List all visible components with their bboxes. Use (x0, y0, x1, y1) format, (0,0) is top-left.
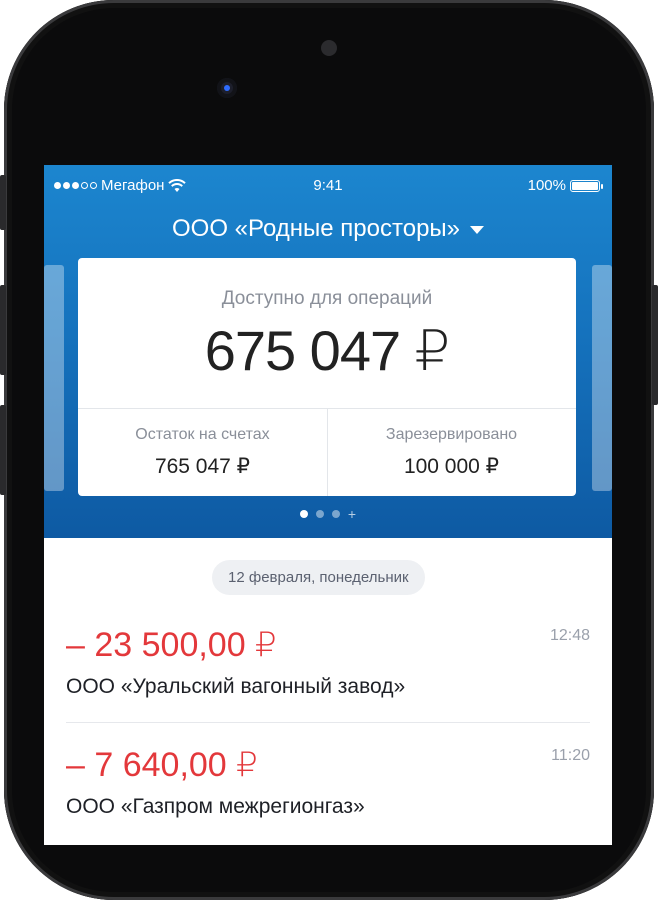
page-indicator[interactable]: + (44, 507, 612, 521)
accounts-balance: Остаток на счетах 765 047 ₽ (78, 408, 327, 496)
page-dot[interactable] (315, 510, 324, 518)
transaction-amount: – 7 640,00 ₽ (66, 746, 258, 784)
add-page-icon[interactable]: + (348, 507, 356, 521)
mute-switch (0, 175, 6, 230)
accounts-amount: 765 047 ₽ (154, 455, 251, 478)
transaction-counterparty: ООО «Газпром межрегионгаз» (66, 795, 365, 818)
transaction-time: 12:48 (549, 627, 590, 644)
transaction-row[interactable]: – 23 500,00 ₽ 12:48 ООО «Уральский вагон… (66, 625, 590, 725)
status-right: 100% (527, 177, 603, 194)
date-badge: 12 февраля, понедельник (212, 560, 425, 595)
reserved-amount: 100 000 ₽ (403, 455, 500, 478)
organization-selector[interactable]: ООО «Родные просторы» (44, 215, 612, 243)
app-screen: Мегафон 9:41 100% ООО «Родные просторы» (44, 165, 612, 845)
battery-percent: 100% (527, 177, 566, 194)
chevron-down-icon (470, 225, 485, 234)
earpiece-speaker (321, 40, 337, 56)
page-dot[interactable] (299, 510, 308, 518)
status-bar: Мегафон 9:41 100% (44, 175, 612, 199)
organization-name: ООО «Родные просторы» (171, 215, 461, 242)
volume-down-button (0, 405, 6, 495)
available-label: Доступно для операций (221, 288, 433, 309)
page-dot[interactable] (331, 510, 340, 518)
header: Мегафон 9:41 100% ООО «Родные просторы» (44, 165, 612, 538)
volume-up-button (0, 285, 6, 375)
front-camera (217, 78, 237, 98)
reserved-label: Зарезервировано (385, 426, 518, 443)
row-divider (66, 722, 590, 723)
transaction-row[interactable]: – 7 640,00 ₽ 11:20 ООО «Газпром межрегио… (66, 745, 590, 845)
reserved-balance: Зарезервировано 100 000 ₽ (327, 408, 576, 496)
transaction-time: 11:20 (551, 747, 590, 764)
next-card-peek[interactable] (592, 265, 612, 491)
power-button (652, 285, 658, 405)
accounts-label: Остаток на счетах (135, 426, 270, 443)
previous-card-peek[interactable] (44, 265, 64, 491)
phone-frame: Мегафон 9:41 100% ООО «Родные просторы» (0, 0, 658, 900)
balance-card[interactable]: Доступно для операций 675 047 ₽ Остаток … (78, 258, 576, 496)
transaction-amount: – 23 500,00 ₽ (66, 626, 277, 664)
transaction-counterparty: ООО «Уральский вагонный завод» (66, 675, 406, 698)
available-amount: 675 047 ₽ (204, 319, 451, 382)
battery-icon (570, 179, 603, 192)
